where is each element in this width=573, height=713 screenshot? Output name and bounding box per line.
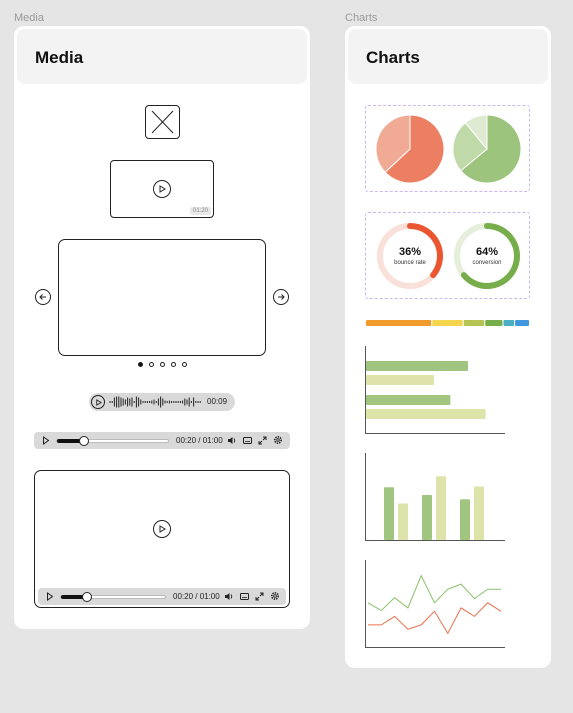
arrow-right-icon: [278, 294, 285, 300]
duration-badge: 01:20: [189, 207, 211, 215]
audio-play-button[interactable]: [91, 395, 105, 409]
audio-player: 00:09: [89, 393, 235, 411]
audio-time: 00:09: [207, 397, 228, 406]
stacked-strip-chart: [366, 320, 529, 326]
strip-segment: [463, 320, 485, 326]
seek-handle[interactable]: [82, 592, 92, 602]
video-time: 00:20 / 01:00: [173, 592, 220, 601]
bar: [366, 375, 434, 385]
media-panel-title: Media: [35, 48, 84, 67]
captions-icon[interactable]: [240, 592, 249, 601]
carousel-slide: [58, 239, 266, 356]
charts-panel-header: Charts: [348, 29, 548, 84]
gauge-charts-group: 36% bounce rate 64% conversion: [365, 212, 530, 299]
video-player: 00:20 / 01:00: [34, 470, 290, 608]
carousel-next-button[interactable]: [273, 289, 289, 305]
bar: [384, 487, 394, 540]
play-icon: [159, 525, 166, 533]
play-icon: [95, 398, 102, 406]
carousel-dot[interactable]: [138, 362, 143, 367]
line-series-red: [368, 602, 502, 635]
volume-icon[interactable]: [224, 592, 234, 601]
video-control-bar: 00:20 / 01:00: [34, 432, 290, 449]
line-series-green: [367, 574, 501, 612]
strip-segment: [503, 320, 515, 326]
media-panel-header: Media: [17, 29, 307, 84]
video-thumbnail[interactable]: 01:20: [110, 160, 214, 218]
seek-slider[interactable]: [56, 436, 169, 446]
gauge-bounce-rate: 36% bounce rate: [375, 221, 445, 291]
bar: [436, 476, 446, 540]
strip-segment: [515, 320, 529, 326]
horizontal-bar-chart: [365, 346, 505, 434]
gauge-value: 64%: [475, 246, 499, 258]
bar: [422, 494, 432, 540]
video-player-controls: 00:20 / 01:00: [38, 588, 286, 605]
pie-chart-1: [375, 114, 445, 184]
carousel-prev-button[interactable]: [35, 289, 51, 305]
play-icon[interactable]: [42, 436, 50, 445]
arrow-left-icon: [39, 294, 46, 300]
charts-panel-title: Charts: [366, 48, 420, 67]
gauge-label: bounce rate: [394, 260, 426, 266]
charts-panel: Charts 36% bounce rate 64% conversion: [345, 26, 551, 668]
frame-label-media: Media: [14, 12, 44, 24]
gauge-value: 36%: [398, 246, 422, 258]
carousel-dot[interactable]: [149, 362, 154, 367]
settings-icon[interactable]: [273, 435, 283, 445]
strip-segment: [485, 320, 503, 326]
gauge-conversion: 64% conversion: [452, 221, 522, 291]
pie-chart-2: [452, 114, 522, 184]
seek-slider[interactable]: [60, 592, 166, 602]
video-time: 00:20 / 01:00: [176, 436, 223, 445]
carousel-dot[interactable]: [182, 362, 187, 367]
strip-segment: [432, 320, 463, 326]
media-panel: Media 01:20 00:09 00:20 / 01:00 00:20 / …: [14, 26, 310, 629]
strip-segment: [366, 320, 432, 326]
image-placeholder-icon: [151, 110, 174, 134]
settings-icon[interactable]: [270, 591, 280, 601]
carousel-dot[interactable]: [171, 362, 176, 367]
captions-icon[interactable]: [243, 436, 252, 445]
play-icon[interactable]: [46, 592, 54, 601]
bar: [366, 361, 468, 371]
line-chart: [365, 560, 505, 648]
frame-label-charts: Charts: [345, 12, 378, 24]
volume-icon[interactable]: [227, 436, 237, 445]
bar: [474, 486, 484, 540]
video-play-button[interactable]: [153, 520, 171, 538]
pie-charts-group: [365, 105, 530, 192]
fullscreen-icon[interactable]: [258, 436, 267, 445]
bar: [366, 395, 451, 405]
vertical-bar-chart: [365, 453, 505, 541]
fullscreen-icon[interactable]: [255, 592, 264, 601]
gauge-label: conversion: [472, 260, 502, 266]
carousel-dot[interactable]: [160, 362, 165, 367]
bar: [460, 499, 470, 540]
audio-waveform[interactable]: [108, 395, 206, 409]
seek-handle[interactable]: [79, 436, 89, 446]
image-placeholder: [145, 105, 180, 139]
play-icon[interactable]: [153, 180, 171, 198]
bar: [398, 503, 408, 540]
bar: [366, 409, 486, 419]
